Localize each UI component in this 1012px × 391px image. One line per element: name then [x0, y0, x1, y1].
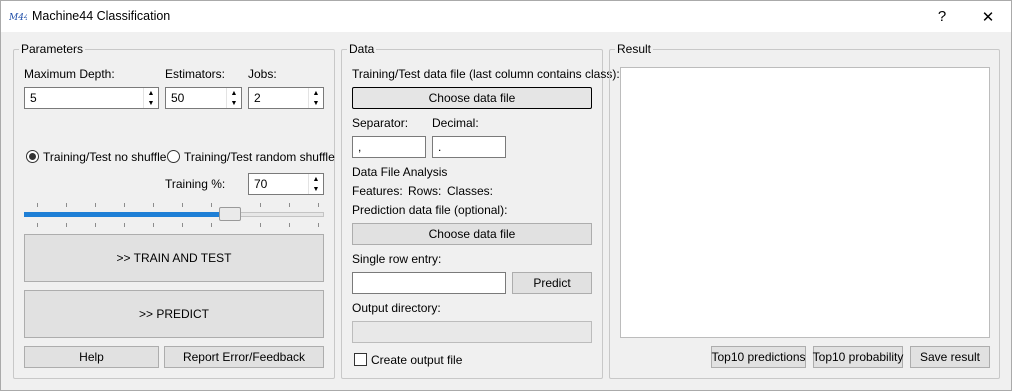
radio-random-shuffle-label: Training/Test random shuffle [184, 150, 335, 164]
rows-label: Rows: [408, 184, 442, 198]
help-button[interactable]: Help [24, 346, 159, 368]
training-pct-value: 70 [254, 177, 268, 191]
estimators-value: 50 [171, 91, 185, 105]
decimal-label: Decimal: [432, 116, 479, 130]
chevron-up-icon[interactable]: ▲ [144, 88, 158, 98]
app-icon: M44 [9, 13, 27, 22]
training-slider[interactable] [24, 203, 324, 229]
window-title: Machine44 Classification [32, 9, 171, 23]
radio-no-shuffle[interactable] [26, 150, 39, 163]
svg-text:M44: M44 [9, 13, 27, 22]
jobs-spinbox[interactable]: 2 ▲ ▼ [248, 87, 324, 109]
predict-main-button[interactable]: >> PREDICT [24, 290, 324, 338]
classes-label: Classes: [447, 184, 494, 198]
result-group-title: Result [615, 42, 654, 56]
output-dir-label: Output directory: [352, 301, 441, 315]
main-window: M44 Machine44 Classification ? ✕ Paramet… [0, 0, 1012, 391]
single-predict-button[interactable]: Predict [512, 272, 592, 294]
title-bar: M44 Machine44 Classification ? ✕ [1, 1, 1011, 32]
max-depth-stepper[interactable]: ▲ ▼ [143, 88, 158, 108]
max-depth-spinbox[interactable]: 5 ▲ ▼ [24, 87, 159, 109]
output-dir-field[interactable] [352, 321, 592, 343]
create-output-checkbox[interactable] [354, 353, 367, 366]
training-pct-label: Training %: [165, 177, 226, 191]
jobs-stepper[interactable]: ▲ ▼ [308, 88, 323, 108]
jobs-value: 2 [254, 91, 261, 105]
max-depth-value: 5 [30, 91, 37, 105]
save-result-button[interactable]: Save result [910, 346, 990, 368]
prediction-file-label: Prediction data file (optional): [352, 203, 508, 217]
slider-handle[interactable] [219, 207, 241, 221]
training-pct-stepper[interactable]: ▲ ▼ [308, 174, 323, 194]
report-error-button[interactable]: Report Error/Feedback [164, 346, 324, 368]
decimal-input[interactable]: . [432, 136, 506, 158]
data-analysis-label: Data File Analysis [352, 165, 448, 179]
chevron-down-icon[interactable]: ▼ [309, 184, 323, 194]
top10-probability-button[interactable]: Top10 probability [813, 346, 903, 368]
chevron-down-icon[interactable]: ▼ [144, 98, 158, 108]
result-text-area[interactable] [620, 67, 990, 338]
choose-prediction-file-button[interactable]: Choose data file [352, 223, 592, 245]
max-depth-label: Maximum Depth: [24, 67, 115, 81]
choose-training-file-button[interactable]: Choose data file [352, 87, 592, 109]
training-file-label: Training/Test data file (last column con… [352, 67, 620, 81]
decimal-value: . [438, 140, 442, 154]
chevron-up-icon[interactable]: ▲ [309, 88, 323, 98]
create-output-label: Create output file [371, 353, 463, 367]
train-and-test-button[interactable]: >> TRAIN AND TEST [24, 234, 324, 282]
close-button[interactable]: ✕ [965, 1, 1011, 32]
single-row-label: Single row entry: [352, 252, 442, 266]
estimators-spinbox[interactable]: 50 ▲ ▼ [165, 87, 242, 109]
data-group-title: Data [347, 42, 377, 56]
chevron-up-icon[interactable]: ▲ [309, 174, 323, 184]
parameters-group-title: Parameters [19, 42, 86, 56]
training-pct-spinbox[interactable]: 70 ▲ ▼ [248, 173, 324, 195]
radio-no-shuffle-label: Training/Test no shuffle [43, 150, 167, 164]
help-title-button[interactable]: ? [919, 1, 965, 32]
separator-input[interactable]: , [352, 136, 426, 158]
jobs-label: Jobs: [248, 67, 277, 81]
chevron-down-icon[interactable]: ▼ [309, 98, 323, 108]
slider-fill [24, 212, 231, 217]
chevron-down-icon[interactable]: ▼ [227, 98, 241, 108]
chevron-up-icon[interactable]: ▲ [227, 88, 241, 98]
estimators-label: Estimators: [165, 67, 226, 81]
radio-random-shuffle[interactable] [167, 150, 180, 163]
top10-predictions-button[interactable]: Top10 predictions [711, 346, 806, 368]
separator-label: Separator: [352, 116, 409, 130]
estimators-stepper[interactable]: ▲ ▼ [226, 88, 241, 108]
features-label: Features: [352, 184, 403, 198]
separator-value: , [358, 140, 362, 154]
single-row-input[interactable] [352, 272, 506, 294]
